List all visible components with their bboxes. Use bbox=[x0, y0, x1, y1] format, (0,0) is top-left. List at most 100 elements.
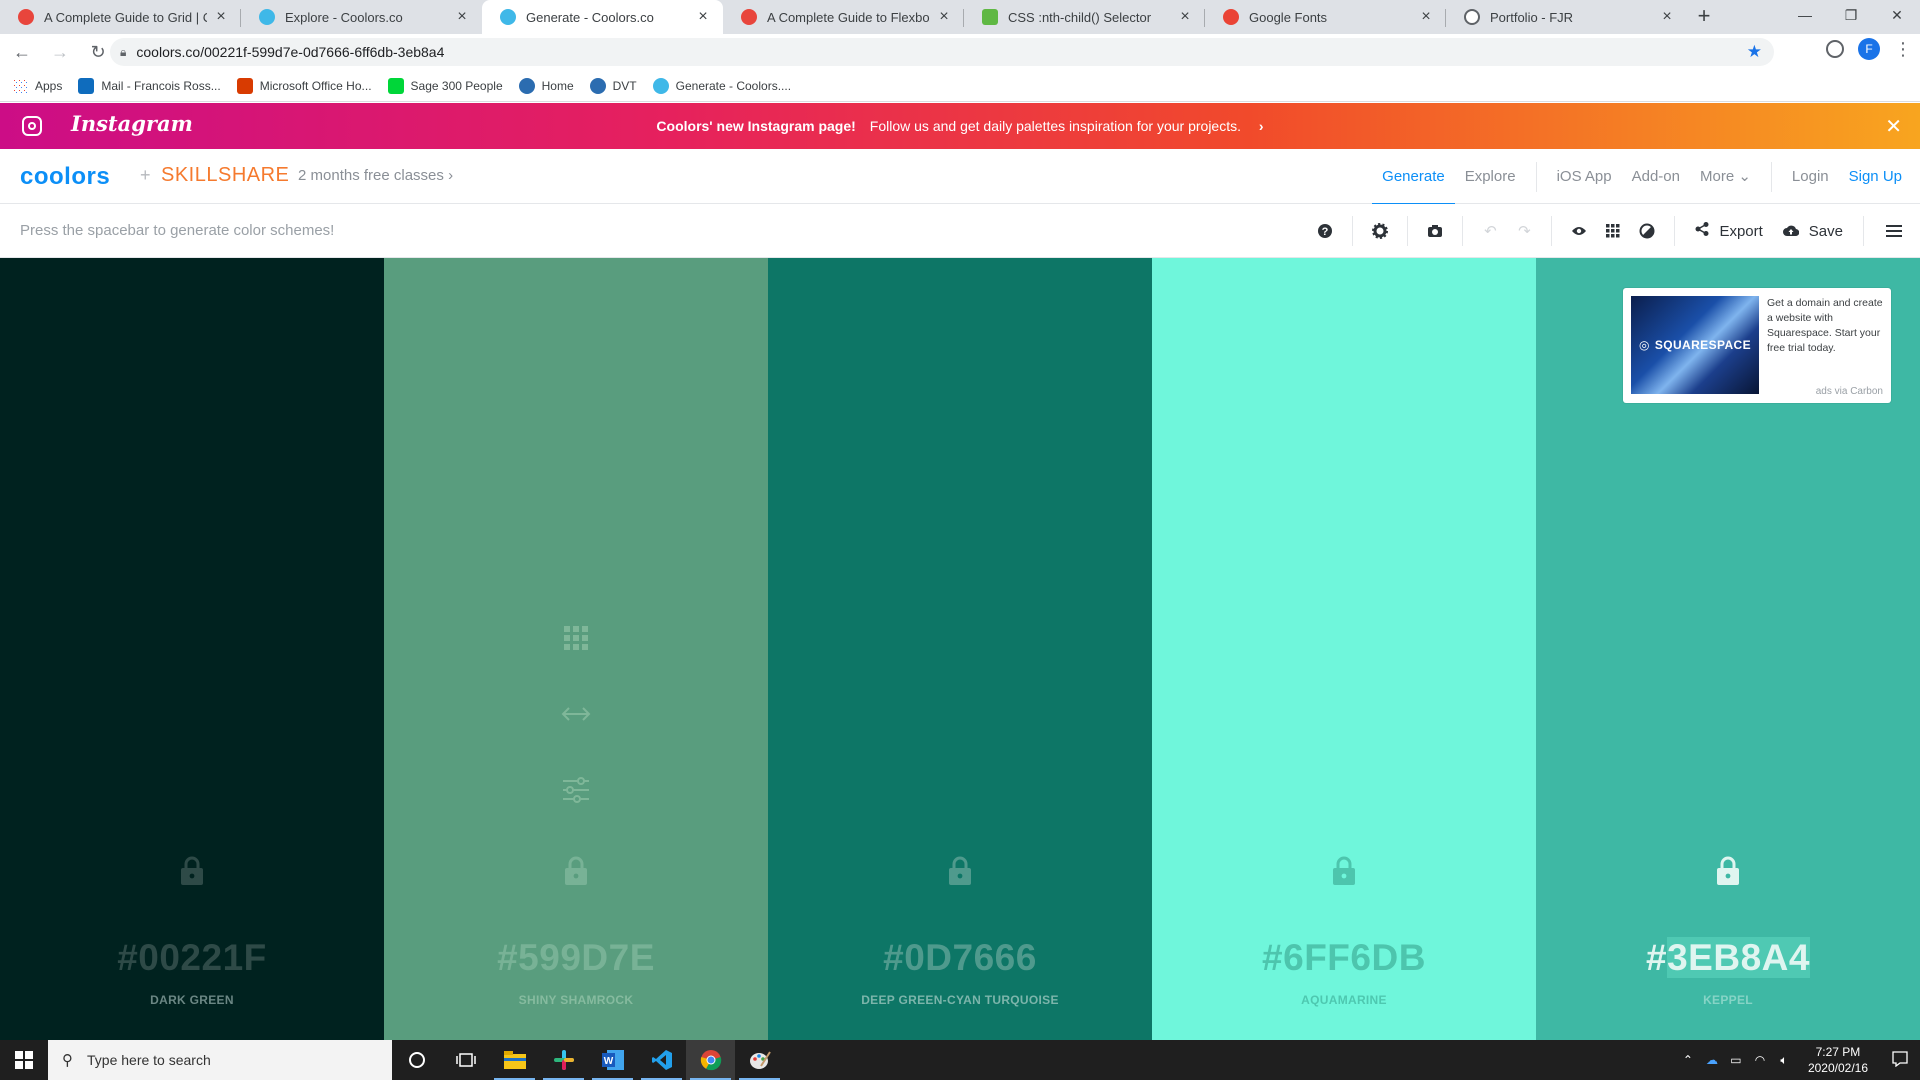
close-tab-icon[interactable]: × bbox=[1177, 9, 1193, 25]
color-swatch[interactable]: #6FF6DB AQUAMARINE bbox=[1152, 258, 1536, 1040]
wifi-icon[interactable]: ◠ bbox=[1748, 1053, 1772, 1067]
redo-icon[interactable]: ↷ bbox=[1507, 204, 1541, 258]
camera-icon[interactable] bbox=[1418, 204, 1452, 258]
close-window-button[interactable]: ✕ bbox=[1874, 0, 1920, 30]
file-explorer-icon[interactable] bbox=[490, 1040, 539, 1080]
login-link[interactable]: Login bbox=[1782, 149, 1839, 204]
menu-kebab-icon[interactable]: ⋮ bbox=[1894, 39, 1912, 60]
lock-icon[interactable] bbox=[384, 856, 768, 886]
hex-code[interactable]: #6FF6DB bbox=[1152, 937, 1536, 979]
hex-code[interactable]: #599D7E bbox=[384, 937, 768, 979]
lock-icon[interactable] bbox=[1536, 856, 1920, 886]
hamburger-menu-icon[interactable] bbox=[1874, 204, 1914, 258]
undo-icon[interactable]: ↶ bbox=[1473, 204, 1507, 258]
export-button[interactable]: Export bbox=[1685, 204, 1772, 258]
color-swatch[interactable]: #599D7E SHINY SHAMROCK bbox=[384, 258, 768, 1040]
browser-tab[interactable]: Portfolio - FJR × bbox=[1446, 0, 1687, 34]
lock-icon[interactable] bbox=[0, 856, 384, 886]
vscode-icon[interactable] bbox=[637, 1040, 686, 1080]
task-view-icon[interactable] bbox=[441, 1040, 490, 1080]
nav-more[interactable]: More ⌄ bbox=[1690, 149, 1761, 204]
help-icon[interactable]: ? bbox=[1308, 204, 1342, 258]
color-swatch[interactable]: #0D7666 DEEP GREEN-CYAN TURQUOISE bbox=[768, 258, 1152, 1040]
extension-icon[interactable] bbox=[1826, 40, 1844, 58]
browser-tab[interactable]: Google Fonts × bbox=[1205, 0, 1446, 34]
ad-attribution[interactable]: ads via Carbon bbox=[1816, 386, 1883, 397]
close-tab-icon[interactable]: × bbox=[695, 9, 711, 25]
minimize-button[interactable]: — bbox=[1782, 0, 1828, 30]
paint-icon[interactable] bbox=[735, 1040, 784, 1080]
ad-brand: SQUARESPACE bbox=[1654, 338, 1752, 352]
battery-icon[interactable]: ▭ bbox=[1724, 1053, 1748, 1067]
nav-ios-app[interactable]: iOS App bbox=[1547, 149, 1622, 204]
save-button[interactable]: Save bbox=[1773, 204, 1853, 258]
browser-tab[interactable]: A Complete Guide to Grid | CSS-Tricks × bbox=[0, 0, 241, 34]
bookmark-apps[interactable]: Apps bbox=[12, 77, 62, 94]
new-tab-button[interactable]: + bbox=[1687, 0, 1721, 34]
signup-link[interactable]: Sign Up bbox=[1839, 149, 1912, 204]
cortana-icon[interactable] bbox=[392, 1040, 441, 1080]
bookmark-home[interactable]: Home bbox=[518, 77, 574, 94]
bookmark-office[interactable]: Microsoft Office Ho... bbox=[236, 77, 372, 94]
nav-explore[interactable]: Explore bbox=[1455, 149, 1526, 204]
drag-arrows-icon[interactable] bbox=[561, 699, 591, 729]
browser-tab-active[interactable]: Generate - Coolors.co × bbox=[482, 0, 723, 34]
lock-icon[interactable] bbox=[768, 856, 1152, 886]
nav-generate[interactable]: Generate bbox=[1372, 149, 1455, 205]
carbon-ad[interactable]: ◎ SQUARESPACE Get a domain and create a … bbox=[1623, 288, 1891, 403]
shades-grid-icon[interactable] bbox=[561, 623, 591, 653]
forward-button[interactable]: → bbox=[44, 38, 76, 66]
maximize-button[interactable]: ❐ bbox=[1828, 0, 1874, 30]
chrome-icon[interactable] bbox=[686, 1040, 735, 1080]
clock[interactable]: 7:27 PM 2020/02/16 bbox=[1808, 1044, 1868, 1076]
bookmark-mail[interactable]: Mail - Francois Ross... bbox=[78, 77, 221, 94]
taskbar-search-box[interactable]: ⚲ Type here to search bbox=[48, 1040, 392, 1080]
url-field[interactable]: 🔒︎ coolors.co/00221f-599d7e-0d7666-6ff6d… bbox=[110, 38, 1774, 66]
close-banner-button[interactable]: ✕ bbox=[1885, 114, 1902, 139]
chevron-up-icon[interactable]: ⌃ bbox=[1676, 1053, 1700, 1067]
slack-icon[interactable] bbox=[539, 1040, 588, 1080]
settings-gear-icon[interactable] bbox=[1363, 204, 1397, 258]
coolors-logo[interactable]: coolors bbox=[20, 163, 110, 191]
lock-icon[interactable] bbox=[1152, 856, 1536, 886]
css-tricks-favicon-icon bbox=[741, 9, 757, 25]
skillshare-promo-link[interactable]: 2 months free classes › bbox=[298, 167, 453, 184]
close-tab-icon[interactable]: × bbox=[1659, 9, 1675, 25]
color-swatch[interactable]: #00221F DARK GREEN bbox=[0, 258, 384, 1040]
ad-text[interactable]: Get a domain and create a website with S… bbox=[1767, 296, 1885, 356]
adjust-sliders-icon[interactable] bbox=[561, 775, 591, 805]
browser-tab[interactable]: A Complete Guide to Flexbox | CSS-Tricks… bbox=[723, 0, 964, 34]
close-tab-icon[interactable]: × bbox=[1418, 9, 1434, 25]
bookmark-coolors[interactable]: Generate - Coolors.... bbox=[652, 77, 791, 94]
browser-tab[interactable]: Explore - Coolors.co × bbox=[241, 0, 482, 34]
volume-icon[interactable]: 🔈︎ bbox=[1772, 1053, 1796, 1068]
notifications-icon[interactable] bbox=[1880, 1050, 1920, 1070]
bookmark-sage[interactable]: Sage 300 People bbox=[387, 77, 503, 94]
bookmark-dvt[interactable]: DVT bbox=[589, 77, 637, 94]
adjust-contrast-icon[interactable] bbox=[1630, 204, 1664, 258]
svg-text:?: ? bbox=[1322, 226, 1329, 238]
back-button[interactable]: ← bbox=[6, 38, 38, 66]
tab-title: Google Fonts bbox=[1249, 9, 1328, 25]
close-tab-icon[interactable]: × bbox=[454, 9, 470, 25]
hex-code[interactable]: #3EB8A4 bbox=[1536, 937, 1920, 979]
skillshare-logo[interactable]: SKILLSHARE bbox=[161, 164, 289, 187]
coolors-favicon-icon bbox=[500, 9, 516, 25]
bookmark-star-icon[interactable]: ★ bbox=[1747, 42, 1762, 62]
instagram-promo-banner[interactable]: Instagram Coolors' new Instagram page! Fo… bbox=[0, 103, 1920, 149]
windows-start-button[interactable] bbox=[0, 1040, 48, 1080]
nav-add-on[interactable]: Add-on bbox=[1622, 149, 1690, 204]
word-icon[interactable]: W bbox=[588, 1040, 637, 1080]
browser-tab[interactable]: CSS :nth-child() Selector × bbox=[964, 0, 1205, 34]
hex-code[interactable]: #0D7666 bbox=[768, 937, 1152, 979]
hex-code[interactable]: #00221F bbox=[0, 937, 384, 979]
profile-avatar[interactable]: F bbox=[1858, 38, 1880, 60]
view-eye-icon[interactable] bbox=[1562, 204, 1596, 258]
close-tab-icon[interactable]: × bbox=[213, 9, 229, 25]
globe-icon bbox=[1464, 9, 1480, 25]
close-tab-icon[interactable]: × bbox=[936, 9, 952, 25]
onedrive-cloud-icon[interactable]: ☁ bbox=[1700, 1053, 1724, 1067]
squarespace-ad-image[interactable]: ◎ SQUARESPACE bbox=[1631, 296, 1759, 394]
outlook-icon bbox=[78, 77, 95, 94]
grid-view-icon[interactable] bbox=[1596, 204, 1630, 258]
